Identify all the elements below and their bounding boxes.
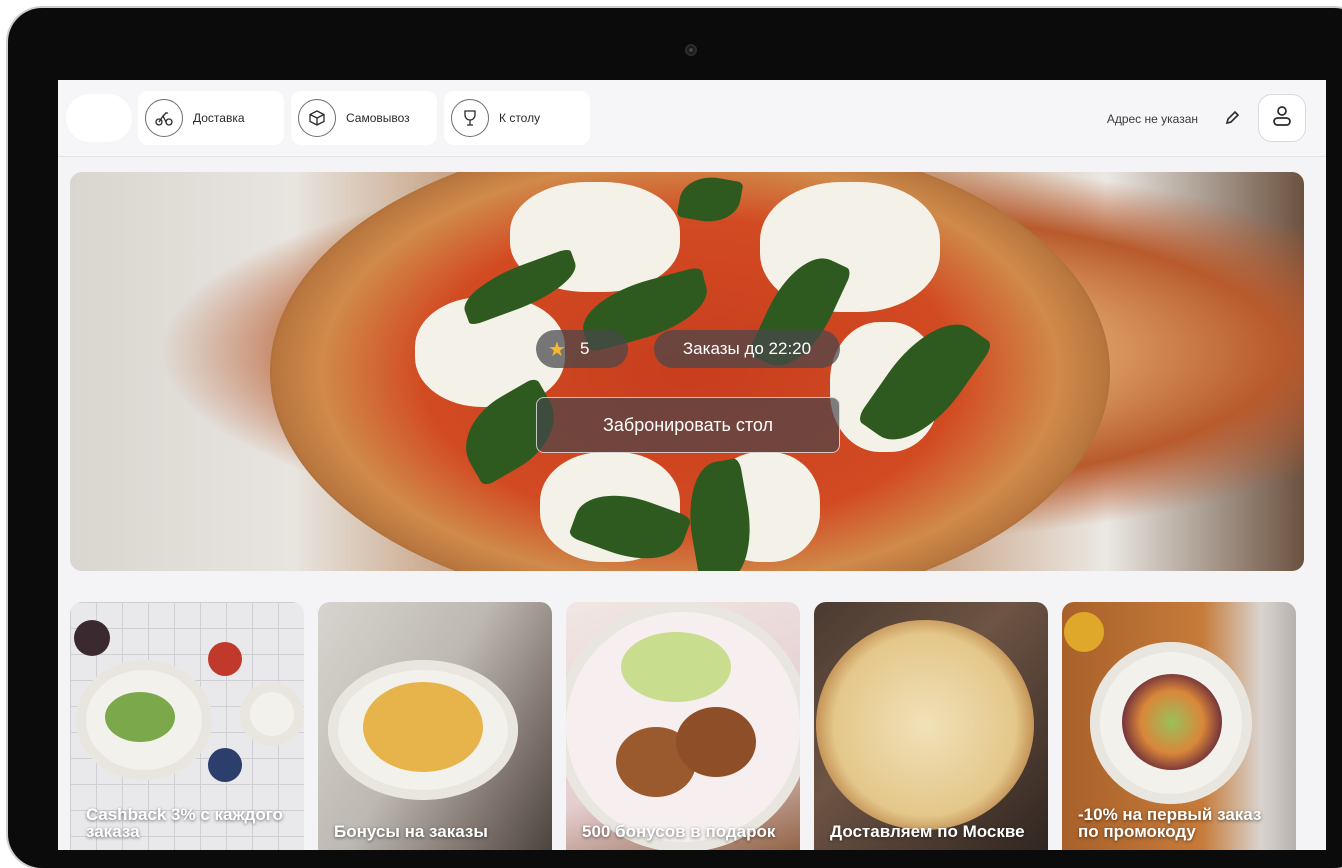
tab-pickup[interactable]: Самовывоз [291, 91, 437, 145]
profile-button[interactable] [1258, 94, 1306, 142]
tablet-frame: Доставка Самовывоз К столу Адрес не указ… [8, 8, 1342, 868]
promo-card-bonuses[interactable]: Бонусы на заказы [318, 602, 552, 850]
promo-card-title: Бонусы на заказы [334, 822, 488, 841]
tab-pickup-label: Самовывоз [346, 111, 410, 125]
tab-delivery-label: Доставка [193, 111, 245, 125]
book-table-button[interactable]: Забронировать стол [536, 397, 840, 453]
food-image [676, 707, 756, 777]
promo-card-500-bonuses[interactable]: 500 бонусов в подарок [566, 602, 800, 850]
bike-icon [145, 99, 183, 137]
bowl-image [74, 620, 110, 656]
top-bar: Доставка Самовывоз К столу Адрес не указ… [58, 80, 1326, 157]
pizza-image [816, 620, 1034, 830]
book-table-label: Забронировать стол [603, 414, 773, 435]
promo-card-title: Cashback 3% с каждого заказа [86, 805, 283, 841]
promo-card-title: 500 бонусов в подарок [582, 822, 776, 841]
star-icon: ★ [548, 338, 566, 361]
wine-glass-icon [451, 99, 489, 137]
rating-value: 5 [579, 339, 590, 358]
tab-table-label: К столу [499, 111, 541, 125]
tab-table[interactable]: К столу [444, 91, 590, 145]
food-image [621, 632, 731, 702]
food-image [105, 692, 175, 742]
order-hours-badge: Заказы до 22:20 [654, 330, 840, 368]
food-image [1122, 674, 1222, 770]
bowl-image [208, 642, 242, 676]
promo-card-title: -10% на первый заказ по промокоду [1078, 805, 1262, 841]
promo-card-title: Доставляем по Москве [830, 822, 1025, 841]
rating-badge: ★ 5 [536, 330, 628, 368]
app-screen: Доставка Самовывоз К столу Адрес не указ… [58, 80, 1326, 850]
order-hours-text: Заказы до 22:20 [682, 339, 812, 358]
pencil-icon[interactable] [1222, 108, 1242, 128]
plate-image [240, 682, 304, 746]
food-image [363, 682, 483, 772]
promo-card-moscow-delivery[interactable]: Доставляем по Москве [814, 602, 1048, 850]
user-icon [1270, 104, 1294, 133]
promo-card-cashback[interactable]: Cashback 3% с каждого заказа [70, 602, 304, 850]
logo[interactable] [66, 94, 132, 142]
promo-card-first-order[interactable]: -10% на первый заказ по промокоду [1062, 602, 1296, 850]
tab-delivery[interactable]: Доставка [138, 91, 284, 145]
bowl-image [208, 748, 242, 782]
bowl-image [1064, 612, 1104, 652]
camera-icon [685, 44, 697, 56]
hero-banner: ★ 5 Заказы до 22:20 Забронировать стол [70, 172, 1304, 571]
box-icon [298, 99, 336, 137]
address-text[interactable]: Адрес не указан [1107, 112, 1198, 126]
